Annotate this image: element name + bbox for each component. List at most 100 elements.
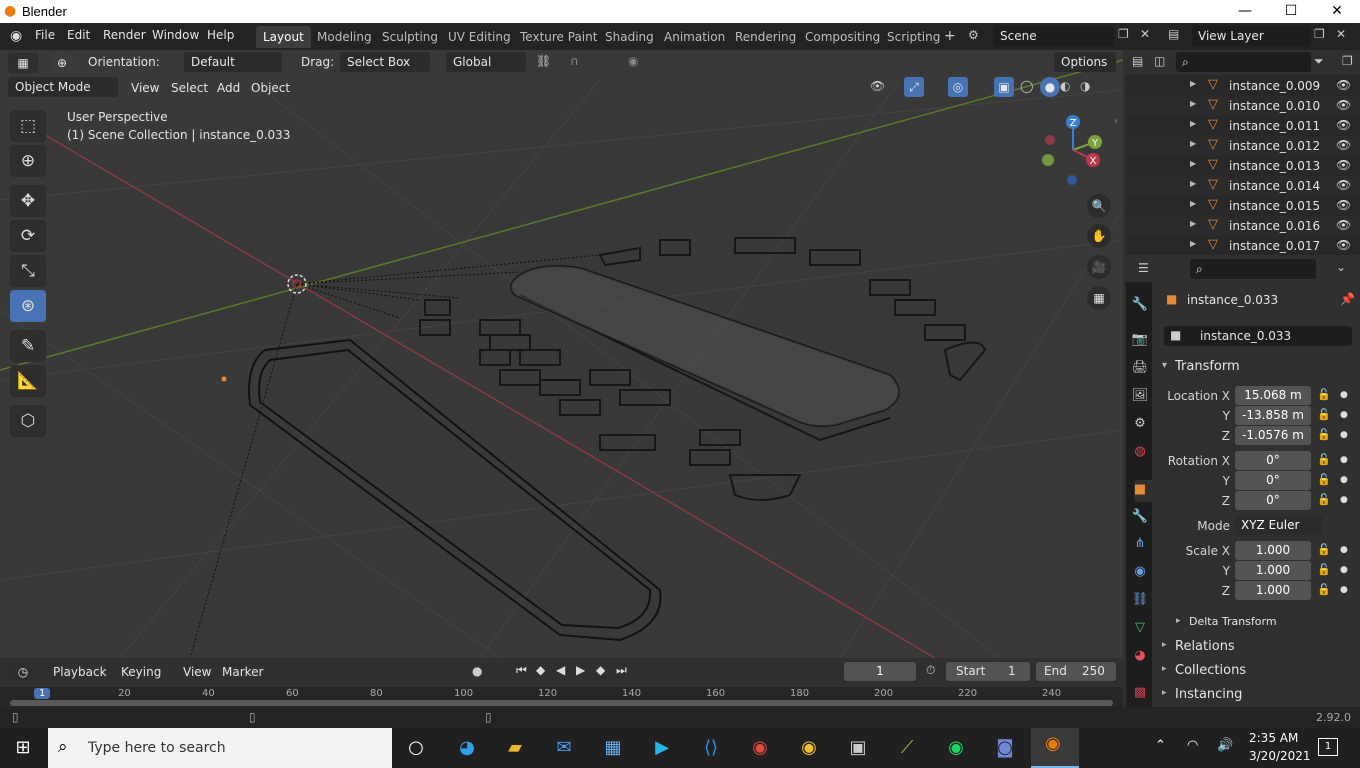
lock-icon[interactable]: 🔓 xyxy=(1317,408,1331,421)
outliner-row[interactable]: ▶ ▽ instance_0.011 👁 xyxy=(1126,116,1360,136)
relations-panel-header[interactable]: Relations xyxy=(1175,639,1235,654)
location-z-field[interactable]: -1.0576 m xyxy=(1235,426,1311,445)
viewport-menu-add[interactable]: Add xyxy=(217,81,240,95)
proportional-edit-icon[interactable]: ◉ xyxy=(628,54,638,68)
photo-app-icon[interactable]: ▣ xyxy=(843,733,873,763)
expand-arrow-icon[interactable]: ▶ xyxy=(1190,239,1196,248)
instancing-expand-icon[interactable]: ▸ xyxy=(1162,688,1167,698)
object-name[interactable]: instance_0.033 xyxy=(1187,293,1278,307)
expand-arrow-icon[interactable]: ▶ xyxy=(1190,99,1196,108)
add-workspace-icon[interactable]: + xyxy=(944,28,956,44)
rendered-shading-icon[interactable]: ◑ xyxy=(1080,79,1090,93)
view-layer-tab-icon[interactable]: 🖼 xyxy=(1131,387,1149,405)
tab-modeling[interactable]: Modeling xyxy=(310,26,379,48)
outliner-row[interactable]: ▶ ▽ instance_0.017 👁 xyxy=(1126,236,1360,256)
start-frame-field[interactable]: Start 1 xyxy=(946,662,1030,681)
timeline-ruler[interactable]: 1 20 40 60 80 100 120 140 160 180 200 220 240 xyxy=(0,687,1123,707)
viewport-menu-view[interactable]: View xyxy=(131,81,159,95)
drag-dropdown[interactable]: Select Box xyxy=(340,52,430,72)
wifi-icon[interactable]: ◠ xyxy=(1187,738,1198,753)
eye-icon[interactable]: 👁 xyxy=(1336,118,1351,132)
timeline-editor-icon[interactable]: ◷ xyxy=(8,662,38,682)
menu-window[interactable]: Window xyxy=(152,28,199,42)
clock-date[interactable]: 3/20/2021 xyxy=(1249,749,1311,763)
media-player-icon[interactable]: ▶ xyxy=(647,733,677,763)
viewport-menu-object[interactable]: Object xyxy=(251,81,290,95)
scene-icon[interactable]: ⚙ xyxy=(968,28,979,42)
end-frame-field[interactable]: End 250 xyxy=(1036,662,1116,681)
world-tab-icon[interactable]: ◍ xyxy=(1131,443,1149,461)
transform-pivot-icon[interactable]: ⊕ xyxy=(50,51,74,75)
collections-expand-icon[interactable]: ▸ xyxy=(1162,664,1167,674)
properties-editor-icon[interactable]: ☰ xyxy=(1138,261,1149,275)
move-tool[interactable]: ✥ xyxy=(10,185,46,217)
expand-arrow-icon[interactable]: ▶ xyxy=(1190,179,1196,188)
location-x-field[interactable]: 15.068 m xyxy=(1235,386,1311,405)
volume-icon[interactable]: 🔊 xyxy=(1217,738,1233,753)
xray-toggle-icon[interactable]: ▣ xyxy=(994,77,1014,97)
transform-orientation-dropdown[interactable]: Global xyxy=(446,52,526,72)
object-datablock-icon[interactable]: ■ xyxy=(1170,328,1181,342)
scale-z-field[interactable]: 1.000 xyxy=(1235,581,1311,600)
tool-settings-tab-icon[interactable]: 🔧 xyxy=(1131,296,1149,314)
tab-uv-editing[interactable]: UV Editing xyxy=(441,26,518,48)
minimize-button[interactable]: — xyxy=(1222,0,1268,23)
expand-arrow-icon[interactable]: ▶ xyxy=(1190,139,1196,148)
instancing-panel-header[interactable]: Instancing xyxy=(1175,687,1242,702)
menu-file[interactable]: File xyxy=(35,28,55,42)
next-keyframe-icon[interactable]: ◆ xyxy=(596,663,605,677)
expand-arrow-icon[interactable]: ▶ xyxy=(1190,119,1196,128)
outliner-editor-icon[interactable]: ▤ xyxy=(1132,54,1143,68)
clock-time[interactable]: 2:35 AM xyxy=(1249,731,1298,745)
object-mode-dropdown[interactable]: Object Mode xyxy=(8,77,118,97)
sidebar-toggle-icon[interactable]: ‹ xyxy=(1114,116,1118,127)
outliner-row[interactable]: ▶ ▽ instance_0.015 👁 xyxy=(1126,196,1360,216)
expand-arrow-icon[interactable]: ▶ xyxy=(1190,199,1196,208)
keyframe-dot-icon[interactable]: ● xyxy=(1340,545,1348,555)
transform-tool[interactable]: ⊛ xyxy=(10,290,46,322)
eye-icon[interactable]: 👁 xyxy=(1336,78,1351,92)
tab-rendering[interactable]: Rendering xyxy=(728,26,803,48)
outliner-search-input[interactable]: ⌕ xyxy=(1176,52,1311,72)
view-layer-icon[interactable]: ▤ xyxy=(1168,27,1179,41)
rotate-tool[interactable]: ⟳ xyxy=(10,220,46,252)
orientation-dropdown[interactable]: Default xyxy=(184,52,282,72)
tab-texture-paint[interactable]: Texture Paint xyxy=(513,26,604,48)
editor-type-icon[interactable]: ▦ xyxy=(8,53,38,73)
lock-icon[interactable]: 🔓 xyxy=(1317,563,1331,576)
chrome-icon[interactable]: ◉ xyxy=(794,733,824,763)
keyframe-dot-icon[interactable]: ● xyxy=(1340,455,1348,465)
rotation-x-field[interactable]: 0° xyxy=(1235,451,1311,470)
jump-start-icon[interactable]: ⏮ xyxy=(516,663,527,678)
cursor-tool[interactable]: ⊕ xyxy=(10,145,46,177)
scale-tool[interactable]: ⤡ xyxy=(10,255,46,287)
keyframe-dot-icon[interactable]: ● xyxy=(1340,565,1348,575)
lock-icon[interactable]: 🔓 xyxy=(1317,428,1331,441)
transform-panel-header[interactable]: Transform xyxy=(1175,359,1240,374)
delta-transform-expand-icon[interactable]: ▸ xyxy=(1176,616,1181,626)
add-cube-tool[interactable]: ⬡ xyxy=(10,405,46,437)
eye-icon[interactable]: 👁 xyxy=(1336,158,1351,172)
perspective-toggle-icon[interactable]: ▦ xyxy=(1087,286,1111,310)
tab-shading[interactable]: Shading xyxy=(598,26,661,48)
constraints-tab-icon[interactable]: ⛓ xyxy=(1131,591,1149,609)
properties-options-icon[interactable]: ⌄ xyxy=(1336,260,1346,274)
discord-icon[interactable]: ◙ xyxy=(990,733,1020,763)
prev-keyframe-icon[interactable]: ◆ xyxy=(536,663,545,677)
overlay-toggle-icon[interactable]: ◎ xyxy=(948,77,968,97)
properties-search-input[interactable]: ⌕ xyxy=(1190,259,1316,279)
outliner-row[interactable]: ▶ ▽ instance_0.010 👁 xyxy=(1126,96,1360,116)
play-icon[interactable]: ▶ xyxy=(576,663,585,677)
eye-icon[interactable]: 👁 xyxy=(1336,138,1351,152)
timeline-menu-view[interactable]: View xyxy=(183,665,211,679)
record-icon[interactable]: ● xyxy=(472,664,482,678)
location-y-field[interactable]: -13.858 m xyxy=(1235,406,1311,425)
maximize-button[interactable]: ☐ xyxy=(1268,0,1314,23)
menu-render[interactable]: Render xyxy=(103,28,146,42)
particles-tab-icon[interactable]: ⋔ xyxy=(1131,535,1149,553)
keyframe-dot-icon[interactable]: ● xyxy=(1340,410,1348,420)
expand-arrow-icon[interactable]: ▶ xyxy=(1190,159,1196,168)
scale-y-field[interactable]: 1.000 xyxy=(1235,561,1311,580)
tab-animation[interactable]: Animation xyxy=(657,26,732,48)
solid-shading-icon[interactable]: ● xyxy=(1040,77,1060,97)
